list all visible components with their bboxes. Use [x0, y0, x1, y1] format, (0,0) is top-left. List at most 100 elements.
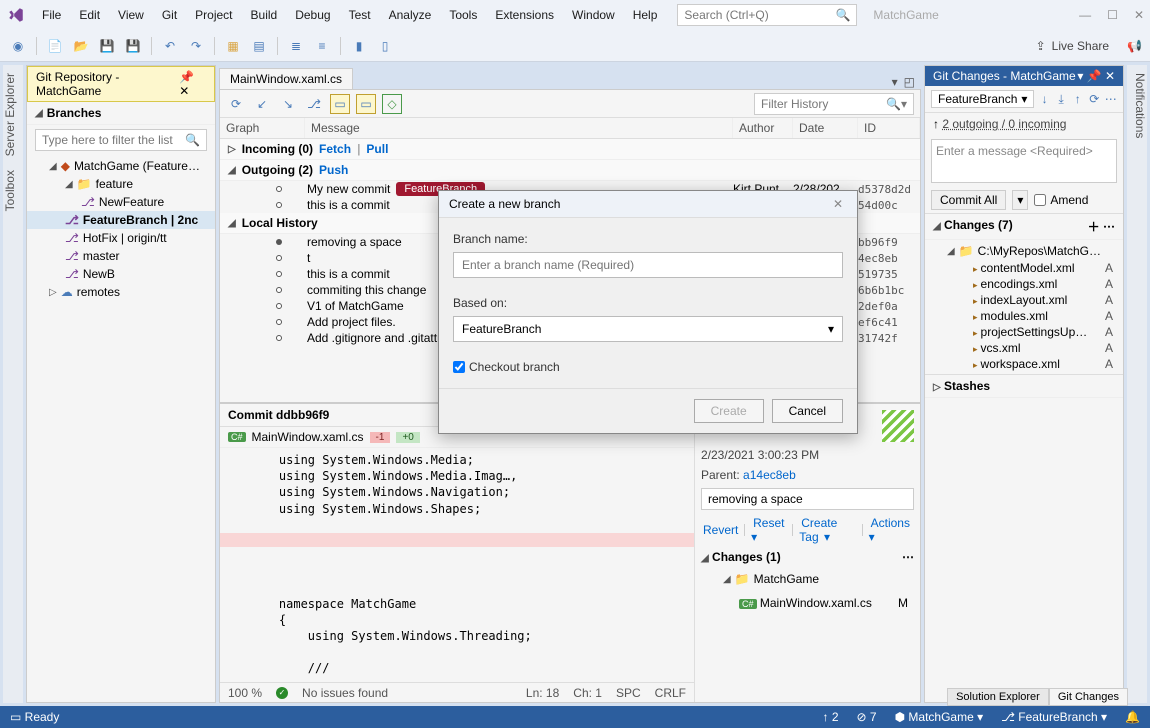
col-author[interactable]: Author — [733, 118, 793, 138]
panel-controls[interactable]: ▾ 📌 ✕ — [1077, 69, 1115, 83]
reset-link[interactable]: Reset ▾ — [749, 516, 788, 544]
commit-message-input[interactable]: Enter a message <Required> — [931, 139, 1117, 183]
change-file[interactable]: C# MainWindow.xaml.csM — [701, 594, 914, 612]
menu-window[interactable]: Window — [564, 4, 623, 26]
stage-all-icon[interactable]: ＋ ⋯ — [1088, 218, 1115, 235]
save-all-button[interactable]: 💾 — [123, 36, 143, 56]
revert-link[interactable]: Revert — [701, 523, 740, 537]
git-changes-tab[interactable]: Git Changes - MatchGame ▾ 📌 ✕ — [925, 66, 1123, 86]
quick-search-input[interactable]: Search (Ctrl+Q) 🔍 — [677, 4, 857, 26]
menu-test[interactable]: Test — [341, 4, 379, 26]
nav-back-button[interactable]: ◉ — [8, 36, 28, 56]
col-graph[interactable]: Graph — [220, 118, 305, 138]
diff-code-view[interactable]: using System.Windows.Media; using System… — [220, 448, 694, 682]
tab-dropdown-icon[interactable]: ▾ — [892, 75, 898, 89]
zoom-level[interactable]: 100 % — [228, 686, 262, 700]
create-tag-link[interactable]: Create Tag ▾ — [797, 516, 858, 544]
push-link[interactable]: Push — [319, 163, 348, 177]
menu-debug[interactable]: Debug — [287, 4, 338, 26]
pin-icon[interactable]: 📌 ✕ — [179, 70, 206, 98]
more-icon[interactable]: ⋯ — [902, 550, 914, 564]
commit-all-button[interactable]: Commit All — [931, 190, 1006, 210]
repo-root[interactable]: ◢◆MatchGame (Feature… — [27, 157, 215, 175]
changed-file[interactable]: ▸modules.xmlA — [925, 308, 1123, 324]
col-date[interactable]: Date — [793, 118, 858, 138]
more-icon[interactable]: ⋯ — [1104, 89, 1117, 109]
save-button[interactable]: 💾 — [97, 36, 117, 56]
tab-maximize-icon[interactable]: ◰ — [904, 75, 915, 89]
menu-project[interactable]: Project — [187, 4, 240, 26]
dialog-close-button[interactable]: ✕ — [829, 197, 847, 211]
changed-file[interactable]: ▸encodings.xmlA — [925, 276, 1123, 292]
push-button[interactable]: ⎇ — [304, 94, 324, 114]
actions-link[interactable]: Actions ▾ — [867, 516, 914, 544]
remotes-node[interactable]: ▷☁remotes — [27, 283, 215, 301]
menu-file[interactable]: File — [34, 4, 69, 26]
folder-feature[interactable]: ◢📁feature — [27, 175, 215, 193]
tool-btn-d[interactable]: ≡ — [312, 36, 332, 56]
amend-checkbox[interactable]: Amend — [1034, 193, 1088, 207]
changes-section-header[interactable]: ◢ Changes (7) ＋ ⋯ — [925, 213, 1123, 240]
menu-build[interactable]: Build — [243, 4, 286, 26]
view-mode-b[interactable]: ▭ — [356, 94, 376, 114]
branch-master[interactable]: ⎇master — [27, 247, 215, 265]
refresh-button[interactable]: ⟳ — [226, 94, 246, 114]
tool-btn-a[interactable]: ▦ — [223, 36, 243, 56]
status-repo[interactable]: ⬢ MatchGame ▾ — [895, 710, 984, 724]
change-folder[interactable]: ◢📁MatchGame — [701, 570, 914, 588]
view-mode-c[interactable]: ◇ — [382, 94, 402, 114]
col-id[interactable]: ID — [858, 118, 920, 138]
fetch-link[interactable]: Fetch — [319, 142, 351, 156]
checkout-branch-checkbox[interactable]: Checkout branch — [453, 360, 843, 374]
menu-tools[interactable]: Tools — [441, 4, 485, 26]
menu-help[interactable]: Help — [625, 4, 666, 26]
tool-btn-f[interactable]: ▯ — [375, 36, 395, 56]
menu-edit[interactable]: Edit — [71, 4, 108, 26]
sync-status[interactable]: ↑ 2 outgoing / 0 incoming — [925, 113, 1123, 135]
filter-history-input[interactable]: Filter History 🔍▾ — [754, 93, 914, 115]
status-errors[interactable]: ⊘ 7 — [857, 710, 877, 724]
status-up[interactable]: ↑ 2 — [823, 710, 839, 724]
pull-button[interactable]: ↘ — [278, 94, 298, 114]
tool-btn-c[interactable]: ≣ — [286, 36, 306, 56]
cancel-button[interactable]: Cancel — [772, 399, 843, 423]
git-changes-tab-bottom[interactable]: Git Changes — [1049, 688, 1128, 706]
menu-view[interactable]: View — [110, 4, 152, 26]
git-repo-tab[interactable]: Git Repository - MatchGame 📌 ✕ — [27, 66, 215, 102]
commit-dropdown[interactable]: ▾ — [1012, 190, 1028, 210]
branch-newfeature[interactable]: ⎇NewFeature — [27, 193, 215, 211]
branch-featurebranch[interactable]: ⎇FeatureBranch | 2nc — [27, 211, 215, 229]
menu-git[interactable]: Git — [154, 4, 185, 26]
branches-header[interactable]: ◢ Branches — [27, 102, 215, 125]
pull-link[interactable]: Pull — [366, 142, 388, 156]
changed-file[interactable]: ▸workspace.xmlA — [925, 356, 1123, 372]
tool-btn-b[interactable]: ▤ — [249, 36, 269, 56]
pull-icon[interactable]: ⤓ — [1055, 89, 1068, 109]
feedback-icon[interactable]: 📢 — [1127, 39, 1142, 53]
based-on-dropdown[interactable]: FeatureBranch▾ — [453, 316, 843, 342]
fetch-icon[interactable]: ↓ — [1038, 89, 1051, 109]
notifications-tab[interactable]: Notifications — [1133, 73, 1147, 138]
branch-filter-input[interactable]: Type here to filter the list 🔍 — [35, 129, 207, 151]
changes-root[interactable]: ◢📁C:\MyRepos\MatchG… — [925, 242, 1123, 260]
redo-button[interactable]: ↷ — [186, 36, 206, 56]
incoming-section[interactable]: ▷Incoming (0) Fetch | Pull — [220, 139, 920, 160]
view-mode-a[interactable]: ▭ — [330, 94, 350, 114]
fetch-button[interactable]: ↙ — [252, 94, 272, 114]
changed-file[interactable]: ▸vcs.xmlA — [925, 340, 1123, 356]
push-icon[interactable]: ↑ — [1071, 89, 1084, 109]
outgoing-section[interactable]: ◢Outgoing (2) Push — [220, 160, 920, 181]
doc-tab-mainwindow[interactable]: MainWindow.xaml.cs — [219, 68, 353, 89]
solution-explorer-tab[interactable]: Solution Explorer — [947, 688, 1049, 706]
col-message[interactable]: Message — [305, 118, 733, 138]
server-explorer-tab[interactable]: Server Explorer — [3, 73, 23, 156]
parent-link[interactable]: a14ec8eb — [743, 468, 796, 482]
maximize-button[interactable]: ☐ — [1107, 8, 1118, 22]
create-button[interactable]: Create — [694, 399, 764, 423]
status-branch[interactable]: ⎇ FeatureBranch ▾ — [1001, 710, 1107, 724]
undo-button[interactable]: ↶ — [160, 36, 180, 56]
tool-btn-e[interactable]: ▮ — [349, 36, 369, 56]
minimize-button[interactable]: — — [1079, 8, 1091, 22]
menu-analyze[interactable]: Analyze — [381, 4, 440, 26]
new-button[interactable]: 📄 — [45, 36, 65, 56]
